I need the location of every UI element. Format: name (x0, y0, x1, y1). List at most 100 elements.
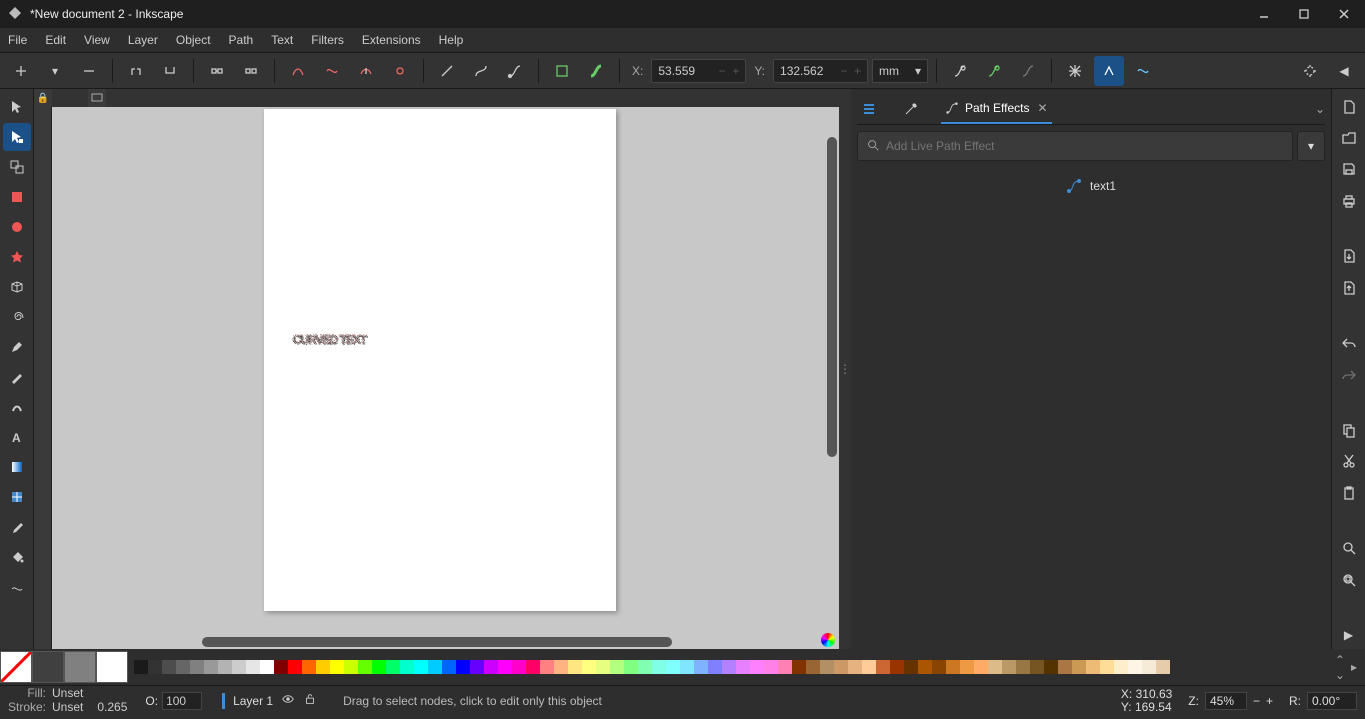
close-button[interactable] (1337, 7, 1351, 21)
insert-node-menu[interactable]: ▾ (40, 56, 70, 86)
lpe-list-item[interactable]: text1 (857, 173, 1325, 199)
palette-color[interactable] (386, 660, 400, 674)
palette-color[interactable] (890, 660, 904, 674)
palette-color[interactable] (554, 660, 568, 674)
palette-color[interactable] (960, 660, 974, 674)
palette-color[interactable] (1142, 660, 1156, 674)
swatch[interactable] (64, 651, 96, 683)
save-document-button[interactable] (1334, 156, 1364, 183)
3dbox-tool[interactable] (3, 273, 31, 301)
menu-extensions[interactable]: Extensions (362, 33, 421, 47)
open-document-button[interactable] (1334, 124, 1364, 151)
units-select[interactable]: mm▾ (872, 59, 928, 83)
line-segment-button[interactable] (432, 56, 462, 86)
palette-color[interactable] (764, 660, 778, 674)
menu-file[interactable]: File (8, 33, 27, 47)
palette-color[interactable] (848, 660, 862, 674)
pen-tool[interactable] (3, 333, 31, 361)
layer-lock-icon[interactable] (303, 692, 317, 709)
palette-color[interactable] (1044, 660, 1058, 674)
palette-color[interactable] (162, 660, 176, 674)
palette-color[interactable] (708, 660, 722, 674)
palette-color[interactable] (316, 660, 330, 674)
menu-edit[interactable]: Edit (45, 33, 66, 47)
palette-color[interactable] (946, 660, 960, 674)
star-tool[interactable] (3, 243, 31, 271)
palette-color[interactable] (694, 660, 708, 674)
palette-color[interactable] (666, 660, 680, 674)
minimize-button[interactable] (1257, 7, 1271, 21)
clip-edit-button[interactable] (945, 56, 975, 86)
display-button[interactable] (88, 89, 106, 107)
palette-color[interactable] (1016, 660, 1030, 674)
palette-color[interactable] (1156, 660, 1170, 674)
tab-path-effects[interactable]: Path Effects ✕ (941, 93, 1052, 124)
palette-color[interactable] (288, 660, 302, 674)
palette-color[interactable] (526, 660, 540, 674)
y-coord-input[interactable]: 132.562− + (773, 59, 868, 83)
show-handles-button[interactable] (1094, 56, 1124, 86)
palette-color[interactable] (470, 660, 484, 674)
paste-button[interactable] (1334, 479, 1364, 506)
lock-guides-button[interactable]: 🔒 (34, 89, 52, 107)
mask-edit-button[interactable] (979, 56, 1009, 86)
palette-scroll[interactable]: ⌃⌄ (1335, 653, 1345, 682)
palette-color[interactable] (918, 660, 932, 674)
palette-color[interactable] (974, 660, 988, 674)
cusp-node-button[interactable] (283, 56, 313, 86)
stroke-value[interactable]: Unset (52, 701, 83, 714)
show-outline-button[interactable] (1128, 56, 1158, 86)
palette-color[interactable] (1002, 660, 1016, 674)
join-node-button[interactable] (155, 56, 185, 86)
lpe-search-dropdown[interactable]: ▾ (1297, 131, 1325, 161)
palette-color[interactable] (596, 660, 610, 674)
palette-color[interactable] (568, 660, 582, 674)
paint-bucket-tool[interactable] (3, 543, 31, 571)
selector-tool[interactable] (3, 93, 31, 121)
palette-color[interactable] (876, 660, 890, 674)
copy-button[interactable] (1334, 416, 1364, 443)
swatch[interactable] (96, 651, 128, 683)
scrollbar-horizontal[interactable] (202, 637, 672, 647)
palette-color[interactable] (260, 660, 274, 674)
panel-splitter[interactable]: ⋮ (839, 89, 851, 649)
redo-button[interactable] (1334, 361, 1364, 388)
palette-color[interactable] (134, 660, 148, 674)
zoom-input[interactable]: 45% (1205, 692, 1247, 710)
palette-color[interactable] (176, 660, 190, 674)
pencil-tool[interactable] (3, 363, 31, 391)
stroke-to-path-button[interactable] (581, 56, 611, 86)
opacity-input[interactable] (162, 692, 202, 710)
palette-color[interactable] (456, 660, 470, 674)
layer-indicator[interactable]: Layer 1 (222, 692, 317, 709)
x-coord-input[interactable]: 53.559− + (651, 59, 746, 83)
symmetric-node-button[interactable] (351, 56, 381, 86)
lpe-search-input[interactable] (886, 139, 1284, 153)
palette-color[interactable] (834, 660, 848, 674)
fill-value[interactable]: Unset (52, 687, 83, 700)
palette-color[interactable] (1114, 660, 1128, 674)
palette-color[interactable] (1030, 660, 1044, 674)
scrollbar-vertical[interactable] (827, 137, 837, 457)
palette-color[interactable] (190, 660, 204, 674)
palette-color[interactable] (274, 660, 288, 674)
delete-node-button[interactable] (74, 56, 104, 86)
menu-text[interactable]: Text (271, 33, 293, 47)
palette-color[interactable] (512, 660, 526, 674)
print-button[interactable] (1334, 187, 1364, 214)
menu-filters[interactable]: Filters (311, 33, 344, 47)
layer-visibility-icon[interactable] (281, 692, 295, 709)
stroke-width-value[interactable]: 0.265 (97, 701, 127, 714)
palette-color[interactable] (1128, 660, 1142, 674)
menu-view[interactable]: View (84, 33, 110, 47)
swatch[interactable] (0, 651, 32, 683)
swatch[interactable] (32, 651, 64, 683)
snap-menu-button[interactable] (1295, 56, 1325, 86)
palette-color[interactable] (862, 660, 876, 674)
transform-handles-button[interactable] (1060, 56, 1090, 86)
palette-color[interactable] (988, 660, 1002, 674)
spiral-tool[interactable] (3, 303, 31, 331)
maximize-button[interactable] (1297, 7, 1311, 21)
palette-color[interactable] (540, 660, 554, 674)
palette-color[interactable] (1086, 660, 1100, 674)
